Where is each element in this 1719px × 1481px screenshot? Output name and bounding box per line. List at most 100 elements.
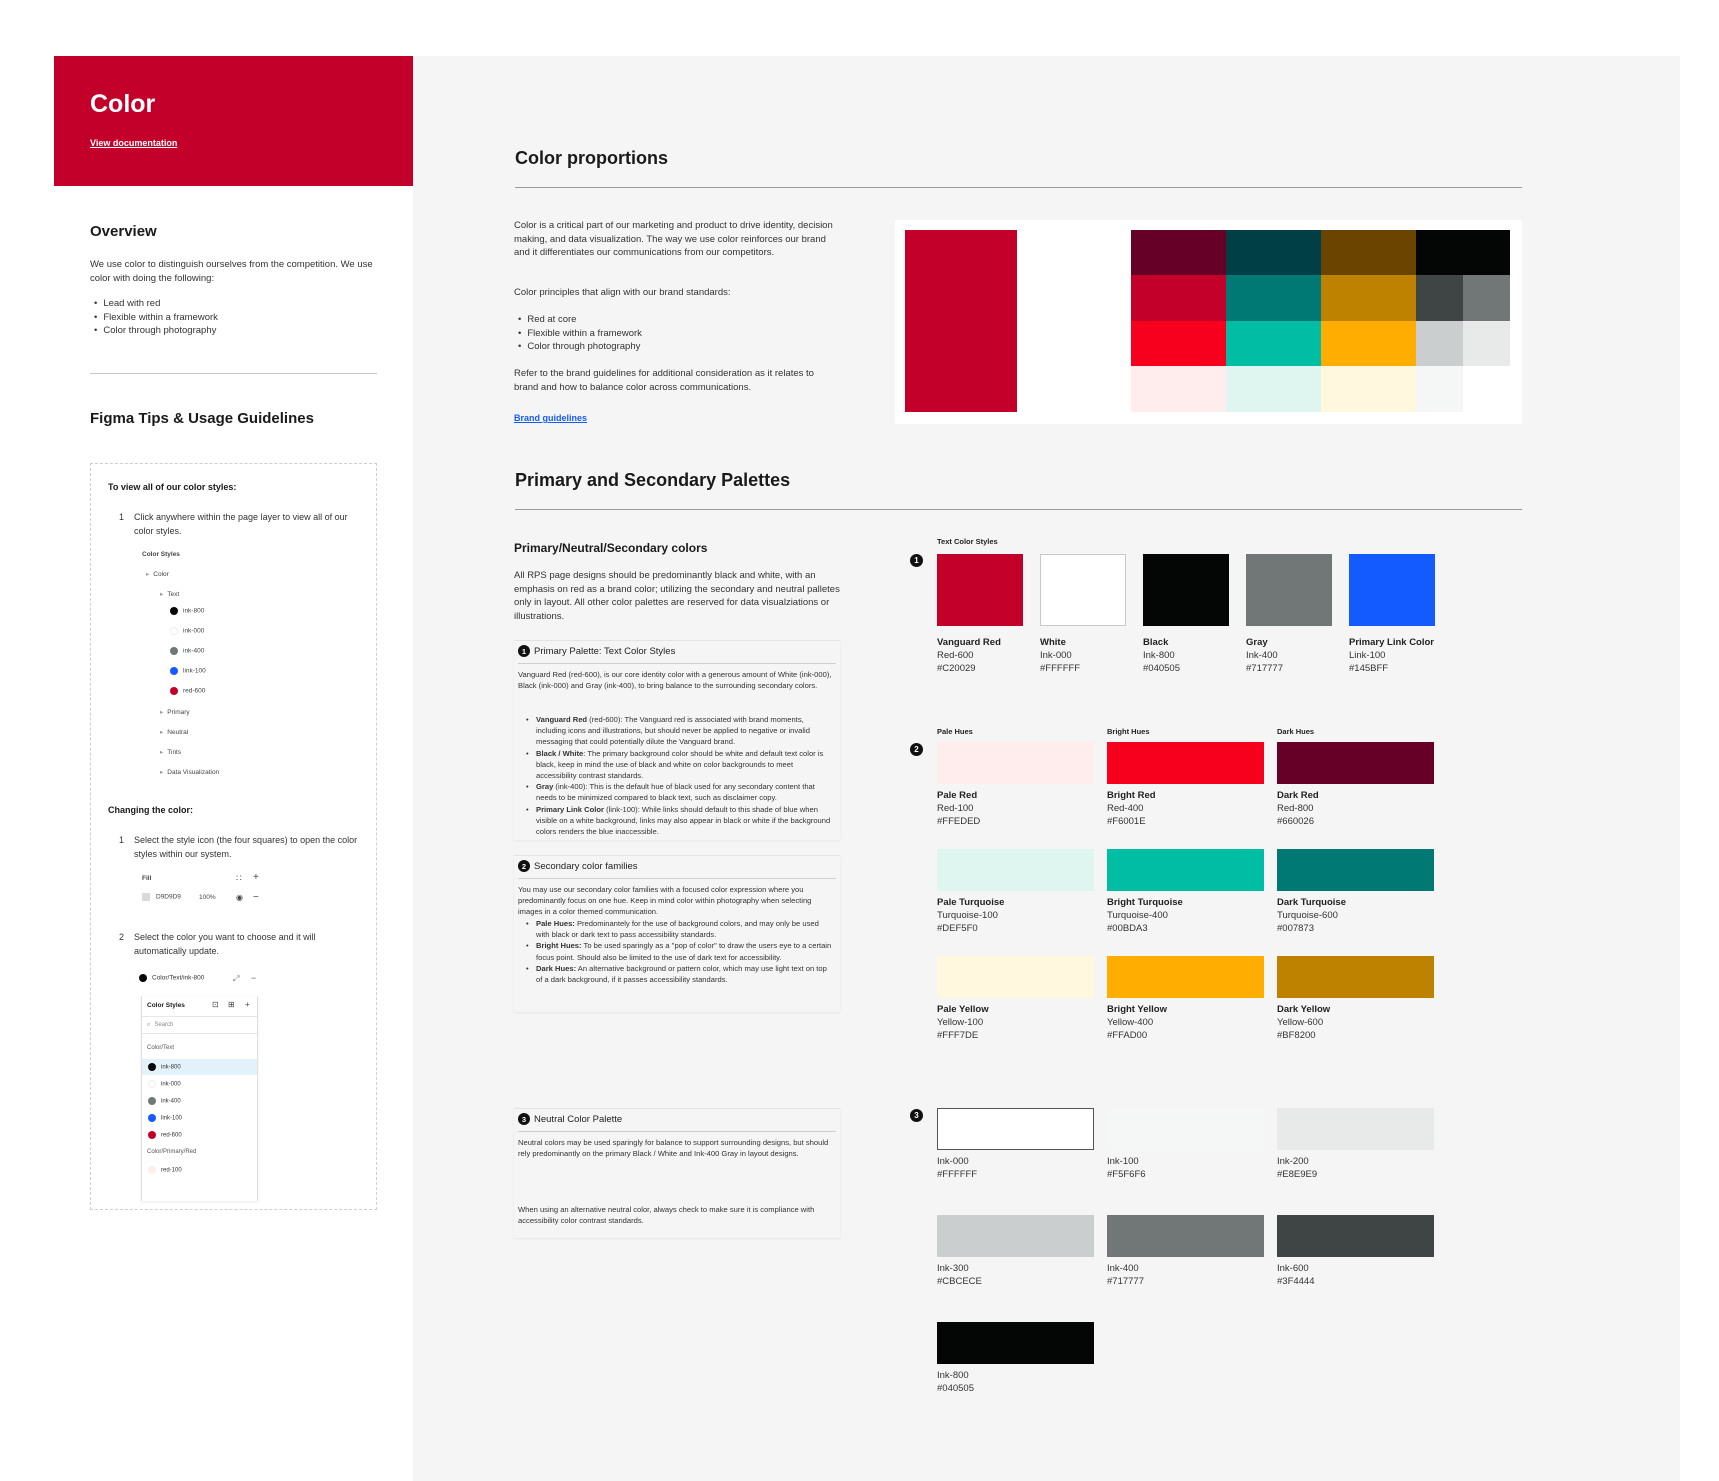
card-bullets: Vanguard Red (red-600): The Vanguard red… — [526, 714, 832, 837]
color-swatch — [1107, 742, 1264, 784]
group-badge: 2 — [910, 743, 923, 756]
swatch-hex: #660026 — [1277, 816, 1314, 827]
page-title: Color — [90, 90, 156, 118]
card-heading: 3 Neutral Color Palette — [518, 1113, 622, 1125]
swatch-name: Dark Red — [1277, 790, 1319, 801]
color-swatch — [1107, 956, 1264, 998]
tree-style-red-600[interactable]: red-600 — [170, 687, 205, 695]
color-dot-icon — [148, 1063, 156, 1071]
panel-title: Color Styles — [147, 1002, 185, 1009]
swatch-name: White — [1040, 637, 1066, 648]
style-option-ink-400[interactable]: ink-400 — [142, 1093, 257, 1109]
color-swatch — [1349, 554, 1435, 626]
tree-data-visualization[interactable]: ▸ Data Visualization — [160, 768, 219, 776]
swatch-token: Red-800 — [1277, 803, 1314, 814]
tree-neutral[interactable]: ▸ Neutral — [160, 728, 188, 736]
color-swatch — [1277, 956, 1434, 998]
tree-primary[interactable]: ▸ Primary — [160, 708, 190, 716]
divider — [518, 1131, 836, 1132]
swatch-hex: #00BDA3 — [1107, 923, 1148, 934]
swatch-hex: #007873 — [1277, 923, 1314, 934]
swatch-hex: #C20029 — [937, 663, 976, 674]
tree-tints[interactable]: ▸ Tints — [160, 748, 181, 756]
fill-row[interactable]: D9D9D9 — [142, 893, 181, 901]
bright-hues-label: Bright Hues — [1107, 727, 1150, 736]
neutral-palette-card: 3 Neutral Color Palette Neutral colors ma… — [514, 1108, 840, 1238]
swatch-hex: #145BFF — [1349, 663, 1389, 674]
group-label: Color/Text — [147, 1045, 175, 1051]
style-option-link-100[interactable]: link-100 — [142, 1110, 257, 1126]
swatch-hex: #BF8200 — [1277, 1030, 1316, 1041]
swatch-hex: #DEF5F0 — [937, 923, 978, 934]
swatch-token: Ink-400 — [1107, 1263, 1139, 1274]
card-text: Vanguard Red (red-600), is our core iden… — [518, 670, 832, 691]
tree-root: Color Styles — [142, 551, 180, 558]
principles-list: Red at core Flexible within a framework … — [514, 313, 642, 354]
tree-text[interactable]: ▸ Text — [160, 590, 179, 598]
grid-view-icon[interactable]: ⊞ — [228, 1000, 235, 1009]
view-documentation-link[interactable]: View documentation — [90, 138, 177, 148]
remove-icon[interactable]: − — [253, 892, 259, 903]
search-input[interactable]: ⌕ Search — [142, 1016, 257, 1034]
divider — [518, 878, 836, 879]
brand-guidelines-link[interactable]: Brand guidelines — [514, 413, 587, 423]
style-option-red-600[interactable]: red-600 — [142, 1127, 257, 1143]
style-grid-icon[interactable]: ∷ — [236, 873, 242, 884]
search-icon: ⌕ — [147, 1022, 151, 1028]
list-item: Flexible within a framework — [514, 327, 642, 341]
add-icon[interactable]: + — [253, 872, 259, 883]
style-option-ink-800[interactable]: ink-800 — [142, 1059, 257, 1075]
swatch-token: Red-600 — [937, 650, 974, 661]
overview-heading: Overview — [90, 223, 157, 240]
pns-text: All RPS page designs should be predomina… — [514, 570, 840, 622]
proportion-block — [1416, 366, 1463, 412]
tree-style-ink-400[interactable]: ink-400 — [170, 647, 204, 655]
swatch-name: Pale Turquoise — [937, 897, 1005, 908]
proportion-block — [1463, 321, 1510, 366]
fill-swatch-icon — [142, 893, 150, 901]
proportion-block — [1416, 321, 1463, 366]
section-divider — [515, 509, 1522, 510]
swatch-hex: #FFFFFF — [937, 1169, 978, 1180]
tree-style-ink-800[interactable]: ink-800 — [170, 607, 204, 615]
tree-style-link-100[interactable]: link-100 — [170, 667, 206, 675]
sidebar: Color View documentation Overview We use… — [54, 56, 413, 1481]
tip-step-view: 1 Click anywhere within the page layer t… — [119, 512, 348, 536]
swatch-hex: #717777 — [1107, 1276, 1144, 1287]
color-dot-icon — [170, 667, 178, 675]
swatch-token: Turquoise-100 — [937, 910, 998, 921]
tree-color[interactable]: ▸ Color — [146, 570, 169, 578]
color-swatch — [937, 1215, 1094, 1257]
current-style-pill[interactable]: Color/Text/ink-800 ⤢ − — [139, 973, 256, 990]
fill-label: Fill — [142, 875, 152, 882]
group-badge: 1 — [910, 554, 923, 567]
color-dot-icon — [170, 687, 178, 695]
list-item: Bright Hues: To be used sparingly as a "… — [526, 940, 832, 962]
swatch-name: Dark Yellow — [1277, 1004, 1331, 1015]
color-dot-icon — [139, 974, 147, 982]
swatch-hex: #3F4444 — [1277, 1276, 1315, 1287]
tree-style-ink-000[interactable]: ink-000 — [170, 627, 204, 635]
proportion-block — [1131, 275, 1226, 321]
library-icon[interactable]: ⊡ — [212, 1000, 219, 1009]
tip-step-open-styles: 1 Select the style icon (the four square… — [119, 835, 358, 859]
swatch-token: Ink-800 — [937, 1370, 969, 1381]
swatch-token: Ink-400 — [1246, 650, 1278, 661]
main-panel: Color proportions Color is a critical pa… — [413, 56, 1680, 1481]
proportion-block — [1416, 230, 1510, 275]
proportion-block — [1226, 321, 1321, 366]
color-swatch — [1107, 1108, 1264, 1150]
color-swatch — [937, 554, 1023, 626]
proportion-block-red — [905, 230, 1017, 412]
style-option-ink-000[interactable]: ink-000 — [142, 1076, 257, 1092]
color-swatch — [1277, 849, 1434, 891]
style-option-red-100[interactable]: red-100 — [142, 1162, 257, 1178]
swatch-token: Ink-200 — [1277, 1156, 1309, 1167]
add-icon[interactable]: + — [245, 1000, 250, 1009]
color-swatch — [1107, 1215, 1264, 1257]
fill-opacity[interactable]: 100% — [199, 894, 216, 901]
view-styles-heading: To view all of our color styles: — [108, 482, 237, 492]
swatch-token: Yellow-100 — [937, 1017, 984, 1028]
eye-icon[interactable]: ◉ — [236, 893, 243, 902]
list-item: Flexible within a framework — [90, 311, 218, 325]
